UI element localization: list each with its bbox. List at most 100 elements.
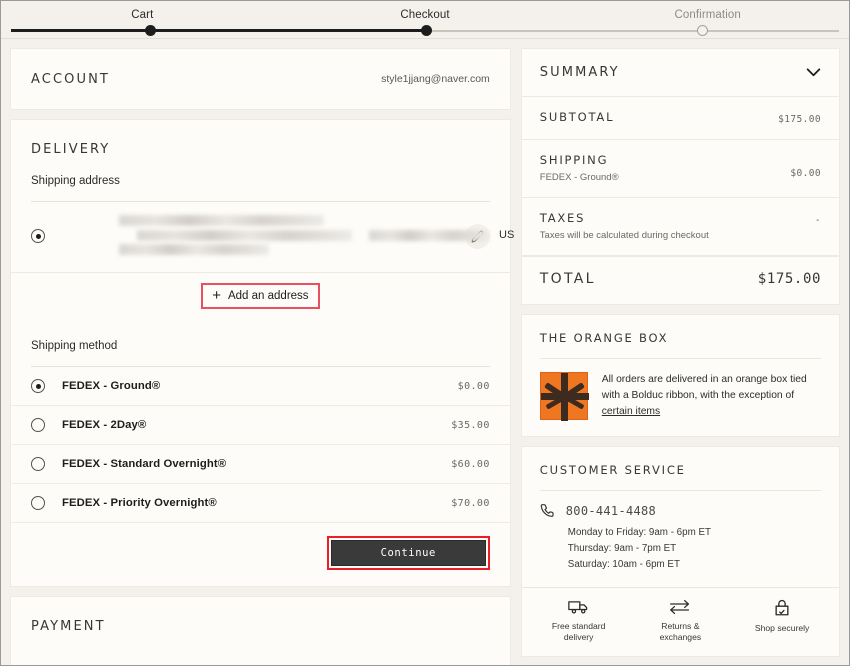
shipping-method-radio-ground[interactable] [31,379,45,393]
payment-section: Payment [10,596,511,665]
delivery-header: Delivery [11,120,510,175]
summary-taxes-label: Taxes [539,211,586,225]
benefit-label-line2: exchanges [659,632,702,643]
summary-row-taxes: Taxes Taxes will be calculated during ch… [521,198,839,256]
shipping-address-row[interactable]: US [11,202,514,272]
summary-taxes-note: Taxes will be calculated during checkout [539,230,709,241]
summary-subtotal-label: Subtotal [539,110,615,124]
continue-highlight: Continue [326,536,490,570]
summary-header[interactable]: Summary [521,49,839,97]
stepper-labels: Cart Checkout Confirmation [1,9,849,21]
delivery-section: Delivery Shipping address US [10,119,514,587]
shipping-method-label: Shipping method [31,340,118,352]
customer-service-phone[interactable]: 800-441-4488 [566,504,656,518]
hours-line-1: Monday to Friday: 9am - 6pm ET [567,527,711,538]
checkout-page: Cart Checkout Confirmation Account style… [0,0,850,666]
delivery-title: Delivery [31,142,111,157]
orange-box-text: All orders are delivered in an orange bo… [602,372,821,420]
hours-line-2: Thursday: 9am - 7pm ET [567,542,677,554]
account-section: Account style1jjang@naver.com [10,48,511,110]
summary-row-subtotal: Subtotal $175.00 [521,97,839,140]
shipping-method-header: Shipping method [11,320,510,367]
customer-service-hours: Monday to Friday: 9am - 6pm ET Thursday:… [522,519,839,573]
account-email: style1jjang@naver.com [381,73,490,85]
summary-row-total: Total $175.00 [521,256,839,304]
summary-shipping-value: $0.00 [790,168,821,179]
shipping-method-price: $35.00 [451,419,490,431]
phone-icon [540,503,556,519]
shipping-method-radio-2day[interactable] [31,418,45,432]
shipping-address-label: Shipping address [31,175,120,187]
shipping-address-text-redacted: US [59,214,514,258]
hours-line-3: Saturday: 10am - 6pm ET [567,558,680,570]
orange-box-header: The orange box [522,315,839,345]
benefit-shop-securely[interactable]: Shop securely [731,599,833,644]
orange-gift-box-image [539,372,589,421]
redacted-line-3 [119,244,269,255]
summary-shipping-label: Shipping [539,153,609,167]
add-address-label: Add an address [227,289,309,302]
stepper-track-completed [11,29,427,32]
benefit-label-line1: Returns & [661,620,700,631]
shipping-method-name: FEDEX - Standard Overnight® [62,458,227,470]
shipping-method-radio-priority-overnight[interactable] [31,496,45,510]
summary-row-shipping: Shipping FEDEX - Ground® $0.00 [521,140,839,198]
redacted-line-4 [369,230,489,241]
shipping-method-name: FEDEX - Priority Overnight® [62,497,217,509]
customer-service-title: Customer Service [539,463,686,477]
benefit-label-line1: Shop securely [754,622,810,633]
orange-box-body: All orders are delivered in an orange bo… [522,359,839,436]
benefit-label-line2: delivery [563,632,594,643]
certain-items-link[interactable]: certain items [602,406,660,417]
payment-title: Payment [31,619,106,634]
exchange-arrows-icon [669,599,691,615]
continue-button[interactable]: Continue [330,540,486,566]
orange-box-title: The orange box [539,331,669,345]
summary-total-label: Total [539,271,596,287]
bow-knot [558,391,570,402]
add-address-button[interactable]: + Add an address [201,283,320,309]
summary-taxes-value: - [814,215,821,226]
summary-shipping-method: FEDEX - Ground® [539,172,619,183]
checkout-content: Account style1jjang@naver.com Delivery S… [1,39,849,665]
benefit-returns-exchanges[interactable]: Returns & exchanges [630,599,732,644]
shipping-method-price: $60.00 [451,458,490,470]
checkout-progress-stepper: Cart Checkout Confirmation [1,1,849,39]
lock-icon [773,599,791,617]
checkout-left-column: Account style1jjang@naver.com Delivery S… [10,48,514,665]
shipping-method-list: FEDEX - Ground® $0.00 FEDEX - 2Day® $35.… [11,367,510,522]
redacted-line-2 [137,230,352,241]
redacted-line-1 [119,215,324,226]
stepper-step-cart[interactable]: Cart [1,9,284,21]
truck-icon [567,599,590,615]
shipping-method-row[interactable]: FEDEX - Priority Overnight® $70.00 [11,483,510,522]
shipping-address-radio[interactable] [31,229,45,243]
shipping-method-row[interactable]: FEDEX - Standard Overnight® $60.00 [11,444,510,483]
customer-service-section: Customer Service 800-441-4488 Monday to … [520,446,840,657]
stepper-dot-cart[interactable] [145,25,156,36]
continue-row: Continue [11,522,510,586]
summary-subtotal-value: $175.00 [778,114,821,125]
account-title: Account [31,71,110,87]
shipping-method-row[interactable]: FEDEX - Ground® $0.00 [11,367,510,405]
summary-section: Summary Subtotal $175.00 Shippin [520,48,840,305]
chevron-down-icon[interactable] [806,68,821,77]
shipping-method-name: FEDEX - 2Day® [62,419,147,431]
shipping-method-radio-standard-overnight[interactable] [31,457,45,471]
orange-box-description: All orders are delivered in an orange bo… [601,374,807,401]
stepper-step-checkout[interactable]: Checkout [284,9,567,21]
shipping-method-row[interactable]: FEDEX - 2Day® $35.00 [11,405,510,444]
benefit-free-delivery[interactable]: Free standard delivery [528,599,630,644]
stepper-dot-confirmation [697,25,708,36]
stepper-step-confirmation: Confirmation [674,9,741,21]
orange-box-section: The orange box All orders are deliver [520,314,840,437]
shipping-method-name: FEDEX - Ground® [62,380,161,392]
customer-service-header: Customer Service [522,447,839,477]
shipping-method-price: $70.00 [451,497,490,509]
benefits-row: Free standard delivery Returns & exchang… [521,586,839,656]
stepper-dot-checkout[interactable] [421,25,432,36]
shipping-address-country: US [499,229,515,241]
shipping-method-price: $0.00 [457,380,490,392]
customer-service-phone-row[interactable]: 800-441-4488 [522,491,839,519]
add-address-row: + Add an address [11,272,510,320]
